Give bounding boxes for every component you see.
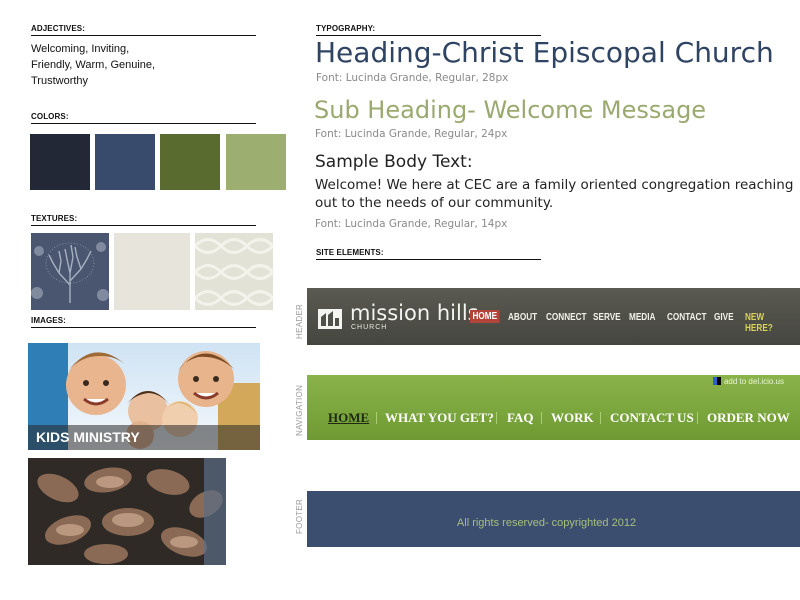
navigation-sample: add to del.icio.us HOME WHAT YOU GET? FA…: [307, 375, 800, 440]
header-nav-connect[interactable]: CONNECT: [546, 312, 587, 323]
logo-subtext: CHURCH: [351, 324, 388, 331]
heading-font-note: Font: Lucinda Grande, Regular, 28px: [316, 72, 509, 84]
delicious-text: add to del.icio.us: [723, 377, 784, 386]
heading-sample: Heading-Christ Episcopal Church: [315, 36, 774, 69]
textures-label: TEXTURES:: [31, 214, 256, 226]
nav-separator: [600, 412, 601, 424]
church-logo-icon: [318, 309, 342, 329]
color-swatch-olive: [160, 134, 220, 190]
body-text-sample: Welcome! We here at CEC are a family ori…: [315, 177, 794, 211]
color-swatch-sage: [226, 134, 286, 190]
header-nav-home[interactable]: HOME: [470, 310, 500, 323]
adjectives-text: Welcoming, Inviting, Friendly, Warm, Gen…: [31, 41, 155, 89]
typography-label: TYPOGRAPHY:: [316, 24, 541, 36]
delicious-link[interactable]: add to del.icio.us: [712, 377, 784, 386]
logo-text: mission hills: [350, 301, 479, 325]
adjectives-line-2: Friendly, Warm, Genuine,: [31, 59, 156, 71]
tree-pattern-texture: [31, 233, 109, 310]
subheading-font-note: Font: Lucinda Grande, Regular, 24px: [315, 128, 508, 140]
nav-order-now[interactable]: ORDER NOW: [707, 410, 790, 426]
site-elements-label: SITE ELEMENTS:: [316, 248, 541, 260]
nav-separator: [496, 412, 497, 424]
header-nav-media[interactable]: MEDIA: [629, 312, 655, 323]
color-swatch-navy-dark: [30, 134, 90, 190]
nav-home[interactable]: HOME: [328, 410, 369, 426]
footer-copyright: All rights reserved- copyrighted 2012: [456, 517, 637, 529]
adjectives-label: ADJECTIVES:: [31, 24, 256, 36]
footer-side-label: FOOTER: [295, 498, 304, 534]
kids-ministry-caption: KIDS MINISTRY: [28, 425, 260, 450]
navigation-side-label: NAVIGATION: [295, 384, 304, 436]
header-nav-contact[interactable]: CONTACT: [667, 312, 706, 323]
footer-sample: All rights reserved- copyrighted 2012: [307, 491, 800, 547]
nav-contact-us[interactable]: CONTACT US: [610, 410, 694, 426]
lattice-pattern-texture: [195, 233, 273, 310]
kids-ministry-photo: KIDS MINISTRY: [28, 343, 260, 450]
header-side-label: HEADER: [295, 303, 304, 339]
plain-linen-texture: [114, 233, 190, 310]
nav-separator: [376, 412, 377, 424]
colors-label: COLORS:: [31, 112, 256, 124]
header-sample: mission hills CHURCH HOME ABOUT CONNECT …: [307, 288, 800, 345]
header-nav-new-here[interactable]: NEW HERE?: [745, 312, 790, 334]
body-font-note: Font: Lucinda Grande, Regular, 14px: [315, 218, 508, 230]
header-nav-serve[interactable]: SERVE: [593, 312, 621, 323]
adjectives-line-3: Trustworthy: [31, 75, 89, 87]
nav-separator: [541, 412, 542, 424]
images-label: IMAGES:: [31, 316, 256, 328]
delicious-icon: [712, 377, 721, 385]
header-nav-give[interactable]: GIVE: [714, 312, 734, 323]
nav-faq[interactable]: FAQ: [507, 410, 533, 426]
body-text-title: Sample Body Text:: [315, 152, 473, 172]
hands-photo: [28, 458, 226, 565]
header-nav-about[interactable]: ABOUT: [508, 312, 537, 323]
nav-separator: [697, 412, 698, 424]
adjectives-line-1: Welcoming, Inviting,: [31, 43, 130, 55]
subheading-sample: Sub Heading- Welcome Message: [314, 96, 707, 124]
color-swatch-blue: [95, 134, 155, 190]
nav-work[interactable]: WORK: [551, 410, 594, 426]
nav-what-you-get[interactable]: WHAT YOU GET?: [385, 410, 494, 426]
